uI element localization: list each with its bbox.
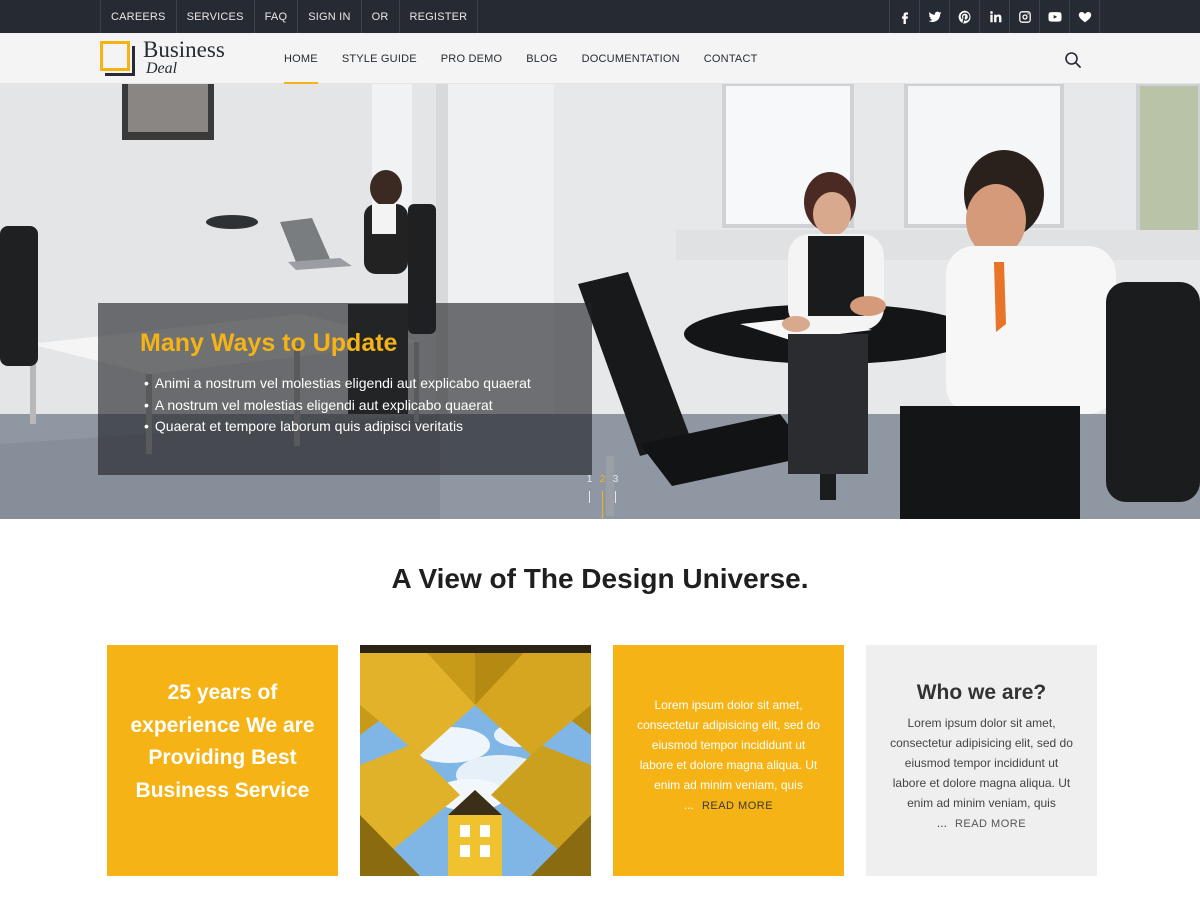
architecture-image [360, 645, 591, 876]
slide-bullets: Animi a nostrum vel molestias eligendi a… [144, 373, 531, 438]
slide-caption: Many Ways to Update Animi a nostrum vel … [98, 303, 592, 475]
linkedin-icon[interactable] [980, 0, 1010, 33]
who-we-are-text: Lorem ipsum dolor sit amet, consectetur … [890, 716, 1073, 830]
or-separator: OR [362, 0, 400, 33]
main-header: Business Deal HOME STYLE GUIDE PRO DEMO … [0, 33, 1200, 84]
slider-pager: 1 2 3 [583, 474, 622, 519]
who-we-are-title: Who we are? [916, 681, 1047, 704]
nav-pro-demo[interactable]: PRO DEMO [429, 33, 515, 84]
pager-slide-2[interactable]: 2 [596, 474, 609, 519]
nav-documentation[interactable]: DOCUMENTATION [570, 33, 692, 84]
who-we-are-body: Lorem ipsum dolor sit amet, consectetur … [888, 713, 1075, 834]
lorem-card-body: Lorem ipsum dolor sit amet, consectetur … [635, 695, 822, 816]
instagram-icon[interactable] [1010, 0, 1040, 33]
nav-home[interactable]: HOME [272, 33, 330, 84]
slide-bullet: A nostrum vel molestias eligendi aut exp… [144, 395, 531, 417]
top-bar: CAREERS SERVICES FAQ SIGN IN OR REGISTER [0, 0, 1200, 33]
careers-link[interactable]: CAREERS [101, 0, 177, 33]
nav-style-guide[interactable]: STYLE GUIDE [330, 33, 429, 84]
nav-blog[interactable]: BLOG [514, 33, 569, 84]
services-link[interactable]: SERVICES [177, 0, 255, 33]
search-icon[interactable] [1064, 51, 1082, 69]
pager-slide-3[interactable]: 3 [609, 474, 622, 519]
twitter-icon[interactable] [920, 0, 950, 33]
top-links: CAREERS SERVICES FAQ SIGN IN OR REGISTER [100, 0, 479, 33]
logo-word-business: Business [143, 37, 225, 62]
nav-contact[interactable]: CONTACT [692, 33, 770, 84]
site-logo[interactable]: Business Deal [100, 38, 250, 80]
slide-bullet: Animi a nostrum vel molestias eligendi a… [144, 373, 531, 395]
slide-title: Many Ways to Update [140, 329, 398, 357]
main-nav: HOME STYLE GUIDE PRO DEMO BLOG DOCUMENTA… [272, 33, 770, 84]
read-more-link[interactable]: READ MORE [702, 800, 773, 812]
section-title: A View of The Design Universe. [391, 563, 809, 594]
register-link[interactable]: REGISTER [400, 0, 479, 33]
experience-text: 25 years of experience We are Providing … [130, 681, 315, 802]
architecture-image-card[interactable] [360, 645, 591, 876]
pinterest-icon[interactable] [950, 0, 980, 33]
logo-mark-icon [100, 41, 135, 76]
hero-slider: Many Ways to Update Animi a nostrum vel … [0, 84, 1200, 519]
slide-bullet: Quaerat et tempore laborum quis adipisci… [144, 416, 531, 438]
heart-icon[interactable] [1070, 0, 1100, 33]
read-more-link[interactable]: READ MORE [955, 818, 1026, 830]
lorem-card: Lorem ipsum dolor sit amet, consectetur … [613, 645, 844, 876]
lorem-card-text: Lorem ipsum dolor sit amet, consectetur … [637, 698, 820, 812]
logo-word-deal: Deal [146, 60, 178, 77]
social-links [889, 0, 1100, 33]
experience-card: 25 years of experience We are Providing … [107, 645, 338, 876]
facebook-icon[interactable] [890, 0, 920, 33]
who-we-are-card: Who we are? Lorem ipsum dolor sit amet, … [866, 645, 1097, 876]
pager-slide-1[interactable]: 1 [583, 474, 596, 519]
youtube-icon[interactable] [1040, 0, 1070, 33]
sign-in-link[interactable]: SIGN IN [298, 0, 362, 33]
faq-link[interactable]: FAQ [255, 0, 299, 33]
